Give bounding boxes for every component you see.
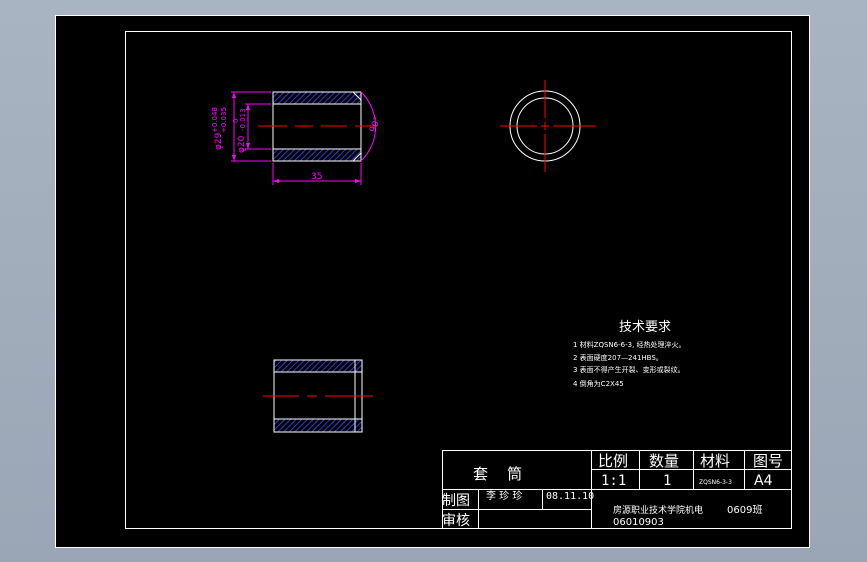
drawing-border bbox=[125, 31, 792, 529]
dim-outer-diameter: φ29 bbox=[214, 132, 224, 150]
dim-inner-diameter: φ20 bbox=[237, 135, 247, 153]
requirement-item: 2 表面硬度207—241HBS。 bbox=[573, 353, 663, 362]
requirements-heading: 技术要求 bbox=[619, 320, 671, 335]
school-name: 房源职业技术学院机电 bbox=[613, 504, 703, 516]
technical-requirements: 技术要求 1 材料ZQSN6-6-3, 经热处理淬火。 2 表面硬度207—24… bbox=[573, 320, 686, 388]
outer-frame bbox=[55, 15, 810, 548]
part-title: 套 筒 bbox=[473, 465, 522, 483]
cad-viewport[interactable]: φ29 +0.048 +0.035 φ20 0 -0.013 35 90° 技术… bbox=[55, 15, 810, 548]
drawing-canvas: φ29 +0.048 +0.035 φ20 0 -0.013 35 90° 技术… bbox=[55, 15, 810, 548]
drawing-no-label: 图号 bbox=[753, 452, 783, 470]
scale-label: 比例 bbox=[598, 452, 628, 470]
requirement-item: 1 材料ZQSN6-6-3, 经热处理淬火。 bbox=[573, 340, 686, 349]
material-label: 材料 bbox=[700, 452, 730, 470]
qty-label: 数量 bbox=[649, 452, 679, 470]
student-no: 06010903 bbox=[613, 517, 664, 528]
drawn-by-name: 李 珍 珍 bbox=[486, 489, 522, 502]
dim-outer-tol-upper: +0.048 bbox=[211, 107, 219, 133]
dim-outer-tol-lower: +0.035 bbox=[220, 107, 228, 133]
material-value: ZQSN6-3-3 bbox=[699, 479, 732, 486]
drawn-by-label: 制图 bbox=[442, 493, 470, 509]
class-name: 0609班 bbox=[727, 504, 762, 516]
requirement-item: 3 表面不得产生开裂、变形或裂纹。 bbox=[573, 365, 685, 374]
bottom-view bbox=[263, 359, 373, 433]
top-wall-hatch bbox=[273, 92, 361, 104]
dim-length: 35 bbox=[311, 172, 322, 182]
dim-angle: 90° bbox=[368, 116, 383, 134]
qty-value: 1 bbox=[663, 473, 671, 489]
front-view-section: φ29 +0.048 +0.035 φ20 0 -0.013 35 90° bbox=[211, 91, 383, 185]
requirement-item: 4 倒角为C2X45 bbox=[573, 379, 624, 388]
scale-value: 1:1 bbox=[601, 473, 626, 489]
dim-inner-tol-lower: -0.013 bbox=[239, 108, 247, 131]
side-view bbox=[500, 80, 596, 172]
drawn-date: 08.11.10 bbox=[546, 491, 594, 502]
bottom-wall-hatch bbox=[273, 149, 361, 161]
checked-by-label: 审核 bbox=[442, 513, 470, 529]
drawing-no-value: A4 bbox=[754, 473, 773, 489]
